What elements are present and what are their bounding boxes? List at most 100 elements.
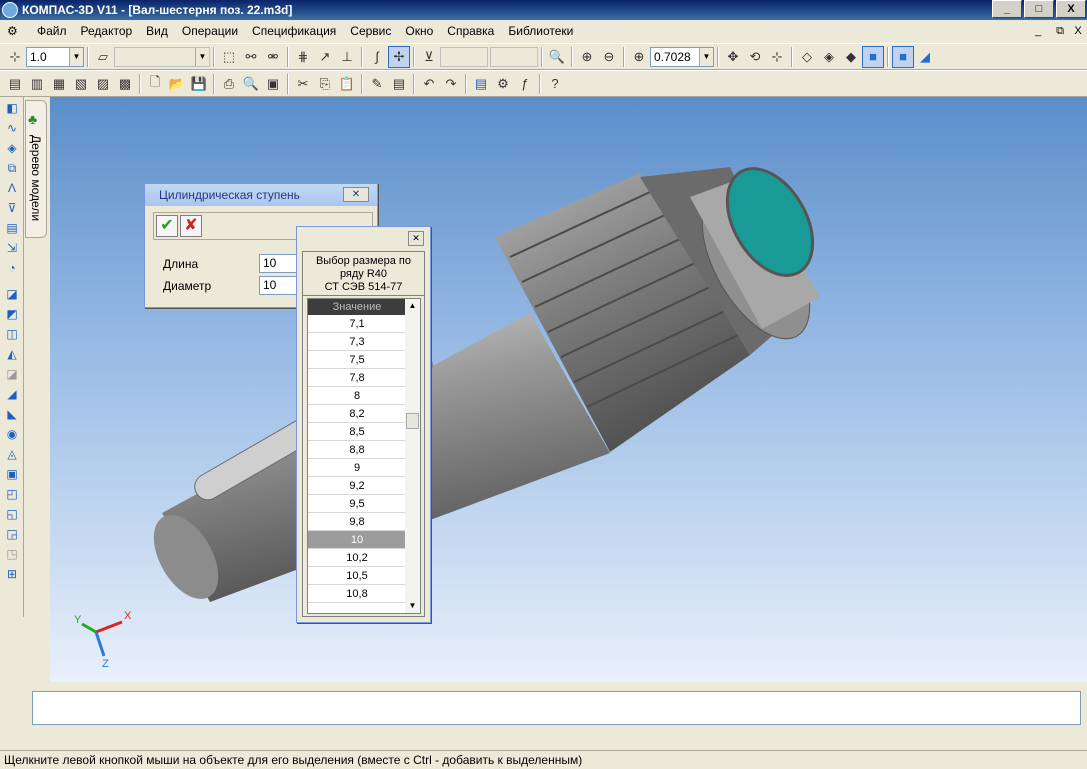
list-item[interactable]: 7,5 (308, 351, 406, 369)
new-drawing-icon[interactable]: ▤ (4, 73, 26, 95)
rib-icon[interactable]: ◬ (2, 445, 22, 463)
length-field[interactable]: 10 (259, 254, 299, 273)
scroll-thumb[interactable] (406, 413, 419, 429)
arrays-icon[interactable]: ⧉ (2, 159, 22, 177)
y-field[interactable] (490, 46, 538, 67)
diameter-field[interactable]: 10 (259, 276, 299, 295)
rotate-icon[interactable]: ⟲ (744, 46, 766, 68)
revolve-icon[interactable]: ◩ (2, 305, 22, 323)
maximize-button[interactable]: □ (1024, 0, 1054, 18)
menu-window[interactable]: Окно (398, 20, 440, 42)
measure-icon[interactable]: ◔ (2, 259, 22, 277)
frame-icon[interactable]: ⬚ (218, 46, 240, 68)
menu-help[interactable]: Справка (440, 20, 501, 42)
library-manager-icon[interactable]: ▤ (470, 73, 492, 95)
loft-icon[interactable]: ◭ (2, 345, 22, 363)
round-icon[interactable]: ∫ (366, 46, 388, 68)
chamfer-icon[interactable]: ◣ (2, 405, 22, 423)
snap-mode-icon[interactable]: ✢ (388, 45, 410, 68)
grid-icon[interactable]: ⋕ (292, 46, 314, 68)
values-list[interactable]: Значение 7,1 7,3 7,5 7,8 8 8,2 8,5 8,8 9… (307, 298, 421, 614)
link-icon[interactable]: ⚯ (240, 46, 262, 68)
list-item[interactable]: 9,2 (308, 477, 406, 495)
help-icon[interactable]: ? (544, 73, 566, 95)
doc-icon[interactable]: ⚙ (0, 20, 30, 42)
zoom-scale-icon[interactable]: ⊕ (628, 46, 650, 68)
menu-libraries[interactable]: Библиотеки (501, 20, 580, 42)
list-item[interactable]: 8,2 (308, 405, 406, 423)
mirror-icon[interactable]: ◳ (2, 545, 22, 563)
ok-check-icon[interactable]: ✔ (156, 215, 178, 237)
shaded-icon[interactable]: ■ (862, 45, 884, 68)
list-item[interactable]: 7,3 (308, 333, 406, 351)
list-item[interactable]: 7,1 (308, 315, 406, 333)
menu-specification[interactable]: Спецификация (245, 20, 343, 42)
hidden-lines-icon[interactable]: ◈ (818, 46, 840, 68)
list-item[interactable]: 7,8 (308, 369, 406, 387)
cancel-x-icon[interactable]: ✘ (180, 215, 202, 237)
close-button[interactable]: X (1056, 0, 1086, 18)
list-item[interactable]: 10,5 (308, 567, 406, 585)
list-item-selected[interactable]: 10 (308, 531, 406, 549)
shell-icon[interactable]: ▣ (2, 465, 22, 483)
close-icon[interactable]: ✕ (343, 187, 369, 202)
new-fragment-icon[interactable]: ▥ (26, 73, 48, 95)
variables-icon[interactable]: ƒ (514, 73, 536, 95)
scrollbar[interactable]: ▲ ▼ (405, 299, 420, 613)
spatial-curves-icon[interactable]: ∿ (2, 119, 22, 137)
unlink-icon[interactable]: ⚮ (262, 46, 284, 68)
aux-geometry-icon[interactable]: Λ (2, 179, 22, 197)
list-item[interactable]: 10,8 (308, 585, 406, 603)
hole-icon[interactable]: ◉ (2, 425, 22, 443)
shaded-edges-icon[interactable]: ■ (892, 45, 914, 68)
cut-extrude-icon[interactable]: ◪ (2, 365, 22, 383)
list-item[interactable]: 8,5 (308, 423, 406, 441)
paste-icon[interactable]: 📋 (336, 73, 358, 95)
edit-details-icon[interactable]: ◧ (2, 99, 22, 117)
filter-icon[interactable]: ⊽ (2, 199, 22, 217)
array-table-icon[interactable]: ⊞ (2, 565, 22, 583)
undo-icon[interactable]: ↶ (418, 73, 440, 95)
preview-icon[interactable]: 🔍 (240, 73, 262, 95)
layer-icon[interactable]: ▱ (92, 46, 114, 68)
orientation-icon[interactable]: ⊹ (766, 46, 788, 68)
extrude-icon[interactable]: ◪ (2, 285, 22, 303)
new-text-icon[interactable]: ▧ (70, 73, 92, 95)
list-item[interactable]: 8,8 (308, 441, 406, 459)
list-item[interactable]: 9 (308, 459, 406, 477)
menu-service[interactable]: Сервис (343, 20, 398, 42)
print-icon[interactable]: ⎙ (218, 73, 240, 95)
surfaces-icon[interactable]: ◈ (2, 139, 22, 157)
fillet-icon[interactable]: ◢ (2, 385, 22, 403)
close-icon[interactable]: ✕ (408, 231, 424, 246)
minimize-button[interactable]: _ (992, 0, 1022, 18)
new-file-icon[interactable]: 🗋 (144, 73, 166, 95)
perspective-icon[interactable]: ◢ (914, 46, 936, 68)
menu-operations[interactable]: Операции (175, 20, 245, 42)
new-assembly-icon[interactable]: ▩ (114, 73, 136, 95)
local-cs-icon[interactable]: ↗ (314, 46, 336, 68)
mdi-minimize-button[interactable]: _ (1030, 24, 1046, 38)
zoom-select[interactable]: 0.7028 ▼ (650, 46, 714, 67)
save-icon[interactable]: 💾 (188, 73, 210, 95)
scroll-down-icon[interactable]: ▼ (405, 599, 420, 613)
thin-lines-icon[interactable]: ◆ (840, 46, 862, 68)
step-select[interactable]: 1.0 ▼ (26, 46, 84, 67)
zoom-window-icon[interactable]: 🔍 (546, 46, 568, 68)
menu-edit[interactable]: Редактор (74, 20, 140, 42)
zoom-out-icon[interactable]: ⊖ (598, 46, 620, 68)
spec-icon[interactable]: ▤ (2, 219, 22, 237)
list-item[interactable]: 9,5 (308, 495, 406, 513)
mdi-close-button[interactable]: X (1070, 24, 1086, 38)
x-field[interactable] (440, 46, 488, 67)
print-layout-icon[interactable]: ▣ (262, 73, 284, 95)
menu-file[interactable]: Файл (30, 20, 74, 42)
scroll-up-icon[interactable]: ▲ (405, 299, 420, 313)
section-icon[interactable]: ◰ (2, 485, 22, 503)
new-spec-icon[interactable]: ▦ (48, 73, 70, 95)
redo-icon[interactable]: ↷ (440, 73, 462, 95)
list-item[interactable]: 9,8 (308, 513, 406, 531)
copy-icon[interactable]: ⎘ (314, 73, 336, 95)
zoom-in-icon[interactable]: ⊕ (576, 46, 598, 68)
wireframe-icon[interactable]: ◇ (796, 46, 818, 68)
